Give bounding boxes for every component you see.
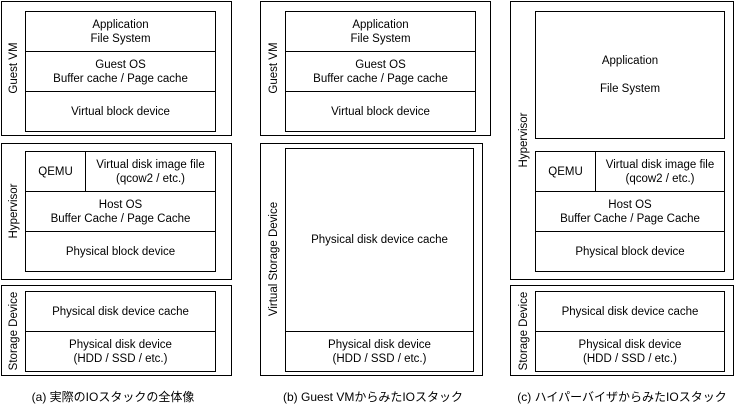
c-qemu-box: QEMU (535, 151, 596, 192)
b-pd-box: Physical disk device (HDD / SSD / etc.) (285, 331, 474, 372)
c-physical-block-box: Physical block device (535, 231, 725, 272)
b-caption: (b) Guest VMからみたIOスタック (282, 390, 464, 404)
b-application-box: Application File System (285, 11, 476, 52)
c-host-os-box: Host OS Buffer Cache / Page Cache (535, 191, 725, 232)
a-vdisk-box: Virtual disk image file (qcow2 / etc.) (85, 151, 216, 192)
c-application-box: Application File System (535, 11, 725, 139)
a-virtual-block-box: Virtual block device (25, 91, 216, 132)
c-pd-box: Physical disk device (HDD / SSD / etc.) (535, 331, 725, 372)
a-physical-block-box: Physical block device (25, 231, 216, 272)
a-application-box: Application File System (25, 11, 216, 52)
a-qemu-box: QEMU (25, 151, 86, 192)
c-caption: (c) ハイパーバイザからみたIOスタック (517, 390, 727, 404)
a-pd-box: Physical disk device (HDD / SSD / etc.) (25, 331, 216, 372)
c-vdisk-box: Virtual disk image file (qcow2 / etc.) (595, 151, 725, 192)
c-pd-cache-box: Physical disk device cache (535, 291, 725, 332)
a-host-os-box: Host OS Buffer Cache / Page Cache (25, 191, 216, 232)
b-virtual-block-box: Virtual block device (285, 91, 476, 132)
a-guest-os-box: Guest OS Buffer cache / Page cache (25, 51, 216, 92)
a-caption: (a) 実際のIOスタックの全体像 (31, 390, 195, 404)
a-pd-cache-box: Physical disk device cache (25, 291, 216, 332)
b-guest-os-box: Guest OS Buffer cache / Page cache (285, 51, 476, 92)
b-pd-cache-box: Physical disk device cache (285, 148, 474, 332)
